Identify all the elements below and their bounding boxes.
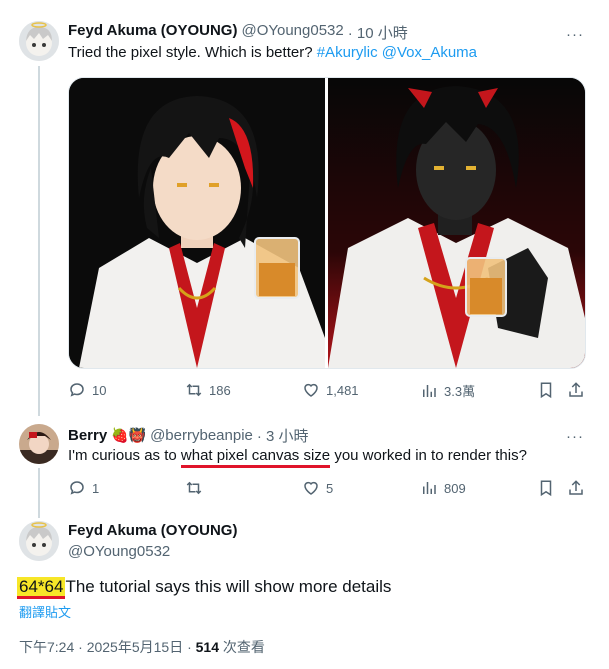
thread-line (38, 66, 40, 416)
reply-count: 10 (92, 382, 107, 398)
bookmark-icon (540, 382, 552, 399)
author-handle[interactable]: @OYoung0532 (68, 543, 170, 560)
tweet-media[interactable] (68, 77, 586, 369)
retweet-count: 186 (209, 382, 231, 398)
avatar-berry[interactable] (19, 424, 59, 464)
reply-header: Berry 🍓👹 @berrybeanpie · 3 小時 (68, 425, 309, 446)
views-count: 809 (444, 480, 466, 496)
views-label: 次查看 (219, 639, 265, 655)
views-icon (423, 384, 436, 397)
translate-link[interactable]: 翻譯貼文 (19, 602, 71, 621)
like-button[interactable]: 1,481 (302, 381, 359, 399)
like-count: 1,481 (326, 382, 359, 398)
share-icon (569, 480, 583, 495)
retweet-icon (186, 481, 202, 495)
author-name[interactable]: Berry (68, 427, 107, 444)
author-emoji: 🍓👹 (111, 427, 147, 443)
tweet-timestamp[interactable]: 下午7:24 · 2025年5月15日 · (19, 639, 196, 655)
tweet1-text: Tried the pixel style. Which is better? … (68, 43, 477, 63)
highlighted-text: 64*64 (17, 577, 66, 599)
thread-line (38, 468, 40, 518)
media-image-left[interactable] (69, 78, 325, 368)
reply-text: I'm curious as to what pixel canvas size… (68, 446, 527, 468)
avatar-feyd[interactable] (19, 21, 59, 61)
views-count: 514 (195, 639, 219, 655)
hashtag-link[interactable]: #Akurylic (317, 44, 378, 61)
reply-text-underlined: what pixel canvas size (180, 447, 331, 468)
bookmark-icon (540, 480, 552, 497)
author-name[interactable]: Feyd Akuma (OYOUNG) (68, 22, 237, 43)
reply-icon (70, 383, 84, 397)
tweet2-text-rest: The tutorial says this will show more de… (65, 577, 392, 596)
tweet-text: Tried the pixel style. Which is better? (68, 44, 317, 61)
like-button[interactable]: 5 (302, 479, 333, 497)
more-icon[interactable]: ··· (566, 27, 584, 42)
heart-icon (304, 481, 318, 495)
reply-text-prefix: I'm curious as to (68, 447, 181, 464)
retweet-button[interactable] (185, 479, 203, 497)
bookmark-button[interactable] (537, 381, 555, 399)
reply-count: 1 (92, 480, 100, 496)
reply-text-suffix: you worked in to render this? (330, 447, 527, 464)
retweet-button[interactable]: 186 (185, 381, 231, 399)
tweet-time[interactable]: · 10 小時 (348, 22, 408, 43)
reply-button[interactable]: 1 (68, 479, 99, 497)
mention-link[interactable]: @Vox_Akuma (382, 44, 477, 61)
author-name[interactable]: Feyd Akuma (OYOUNG) (68, 522, 237, 539)
bookmark-button[interactable] (537, 479, 555, 497)
more-icon[interactable]: ··· (566, 429, 584, 444)
views-count: 3.3萬 (444, 384, 476, 399)
tweet2-timestamp-row: 下午7:24 · 2025年5月15日 · 514 次查看 (19, 637, 265, 657)
reply-icon (70, 481, 84, 495)
author-handle[interactable]: @OYoung0532 (241, 22, 343, 43)
share-icon (569, 382, 583, 397)
tweet-time[interactable]: · 3 小時 (257, 425, 309, 446)
share-button[interactable] (567, 381, 585, 399)
views-button[interactable]: 809 (420, 479, 466, 497)
tweet1-header: Feyd Akuma (OYOUNG) @OYoung0532 · 10 小時 (68, 22, 408, 43)
share-button[interactable] (567, 479, 585, 497)
reply-button[interactable]: 10 (68, 381, 106, 399)
like-count: 5 (326, 480, 334, 496)
avatar-feyd[interactable] (19, 521, 59, 561)
views-button[interactable]: 3.3萬 (420, 381, 475, 400)
author-handle[interactable]: @berrybeanpie (150, 427, 253, 444)
views-icon (423, 482, 436, 494)
tweet2-text: 64*64 The tutorial says this will show mo… (17, 576, 392, 599)
media-image-right[interactable] (328, 78, 585, 368)
retweet-icon (186, 383, 202, 397)
heart-icon (304, 383, 318, 397)
